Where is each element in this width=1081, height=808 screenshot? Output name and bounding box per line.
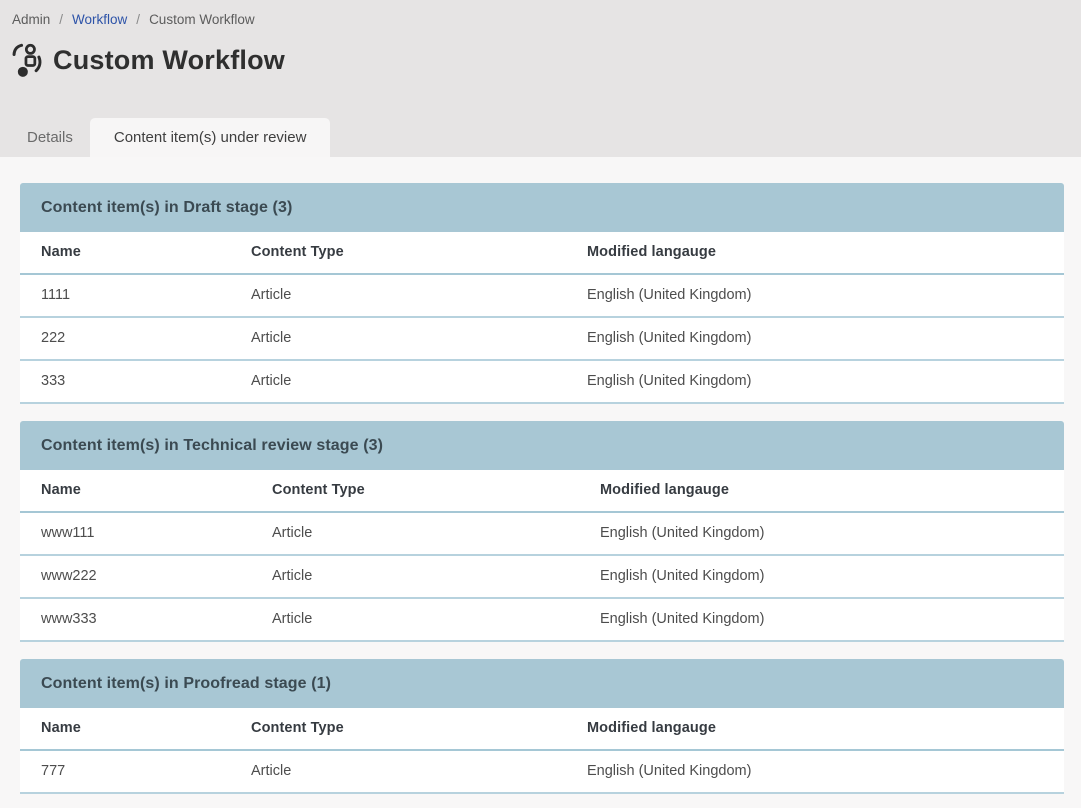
cell-modified-language: English (United Kingdom)	[579, 512, 1064, 555]
cell-content-type: Article	[230, 360, 566, 403]
table-row: www222 Article English (United Kingdom)	[20, 555, 1064, 598]
table-header-row: Name Content Type Modified langauge	[20, 232, 1064, 274]
cell-content-type: Article	[230, 274, 566, 317]
stage-header: Content item(s) in Proofread stage (1)	[20, 659, 1064, 708]
column-header-modified-language: Modified langauge	[566, 232, 1064, 274]
breadcrumb-item-current: Custom Workflow	[149, 12, 255, 27]
cell-modified-language: English (United Kingdom)	[579, 555, 1064, 598]
stage-table: Name Content Type Modified langauge 1111…	[20, 232, 1064, 404]
cell-content-type: Article	[230, 317, 566, 360]
table-row: 333 Article English (United Kingdom)	[20, 360, 1064, 403]
cell-modified-language: English (United Kingdom)	[566, 750, 1064, 793]
cell-modified-language: English (United Kingdom)	[579, 598, 1064, 641]
column-header-modified-language: Modified langauge	[566, 708, 1064, 750]
cell-modified-language: English (United Kingdom)	[566, 274, 1064, 317]
stage-section-draft: Content item(s) in Draft stage (3) Name …	[20, 183, 1064, 404]
table-header-row: Name Content Type Modified langauge	[20, 470, 1064, 512]
page-top-band: Admin / Workflow / Custom Workflow Custo…	[0, 0, 1081, 157]
cell-name: 1111	[20, 274, 230, 317]
page-title: Custom Workflow	[53, 45, 285, 76]
column-header-content-type: Content Type	[251, 470, 579, 512]
breadcrumb-item-admin: Admin	[12, 12, 50, 27]
cell-name: 222	[20, 317, 230, 360]
table-row: www111 Article English (United Kingdom)	[20, 512, 1064, 555]
cell-content-type: Article	[230, 750, 566, 793]
cell-modified-language: English (United Kingdom)	[566, 360, 1064, 403]
column-header-name: Name	[20, 232, 230, 274]
cell-name: www111	[20, 512, 251, 555]
column-header-name: Name	[20, 470, 251, 512]
stage-table: Name Content Type Modified langauge 777 …	[20, 708, 1064, 794]
workflow-icon	[10, 42, 44, 79]
main-content: Content item(s) in Draft stage (3) Name …	[0, 157, 1081, 808]
cell-content-type: Article	[251, 512, 579, 555]
table-row: 222 Article English (United Kingdom)	[20, 317, 1064, 360]
column-header-name: Name	[20, 708, 230, 750]
cell-name: www333	[20, 598, 251, 641]
stage-table: Name Content Type Modified langauge www1…	[20, 470, 1064, 642]
table-header-row: Name Content Type Modified langauge	[20, 708, 1064, 750]
table-row: 1111 Article English (United Kingdom)	[20, 274, 1064, 317]
cell-content-type: Article	[251, 555, 579, 598]
cell-content-type: Article	[251, 598, 579, 641]
breadcrumb: Admin / Workflow / Custom Workflow	[0, 0, 1081, 27]
table-row: 777 Article English (United Kingdom)	[20, 750, 1064, 793]
cell-name: 777	[20, 750, 230, 793]
column-header-content-type: Content Type	[230, 232, 566, 274]
stage-section-technical-review: Content item(s) in Technical review stag…	[20, 421, 1064, 642]
breadcrumb-link-workflow[interactable]: Workflow	[72, 12, 127, 27]
tab-bar: Details Content item(s) under review	[0, 118, 1081, 157]
column-header-modified-language: Modified langauge	[579, 470, 1064, 512]
stage-header: Content item(s) in Draft stage (3)	[20, 183, 1064, 232]
stage-section-proofread: Content item(s) in Proofread stage (1) N…	[20, 659, 1064, 794]
cell-modified-language: English (United Kingdom)	[566, 317, 1064, 360]
breadcrumb-separator: /	[59, 12, 63, 27]
table-row: www333 Article English (United Kingdom)	[20, 598, 1064, 641]
stage-header: Content item(s) in Technical review stag…	[20, 421, 1064, 470]
tab-content-items-under-review[interactable]: Content item(s) under review	[90, 118, 331, 157]
breadcrumb-separator: /	[136, 12, 140, 27]
cell-name: www222	[20, 555, 251, 598]
tab-details[interactable]: Details	[27, 118, 73, 157]
cell-name: 333	[20, 360, 230, 403]
title-row: Custom Workflow	[10, 42, 1081, 79]
column-header-content-type: Content Type	[230, 708, 566, 750]
